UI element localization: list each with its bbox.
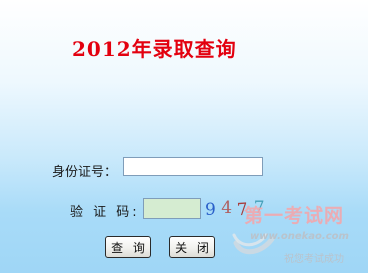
close-button[interactable]: 关 闭	[169, 236, 215, 258]
captcha-digit: 7	[236, 199, 249, 221]
id-number-input[interactable]	[123, 157, 263, 176]
query-button[interactable]: 查 询	[105, 236, 151, 258]
id-number-label: 身份证号：	[52, 165, 118, 180]
captcha-input[interactable]	[143, 198, 201, 219]
query-page: { "page": { "title": "2012年录取查询" }, "for…	[0, 0, 368, 273]
watermark-url: www.onekao.com	[250, 231, 349, 242]
captcha-digit: 9	[205, 200, 216, 220]
watermark-slogan: 祝您考试成功	[284, 254, 344, 265]
captcha-image[interactable]: 9 4 7 7	[205, 198, 265, 220]
captcha-digit: 4	[221, 198, 233, 218]
captcha-digit: 7	[253, 198, 265, 218]
page-title: 2012年录取查询	[72, 37, 237, 61]
captcha-label: 验 证 码:	[70, 205, 140, 220]
